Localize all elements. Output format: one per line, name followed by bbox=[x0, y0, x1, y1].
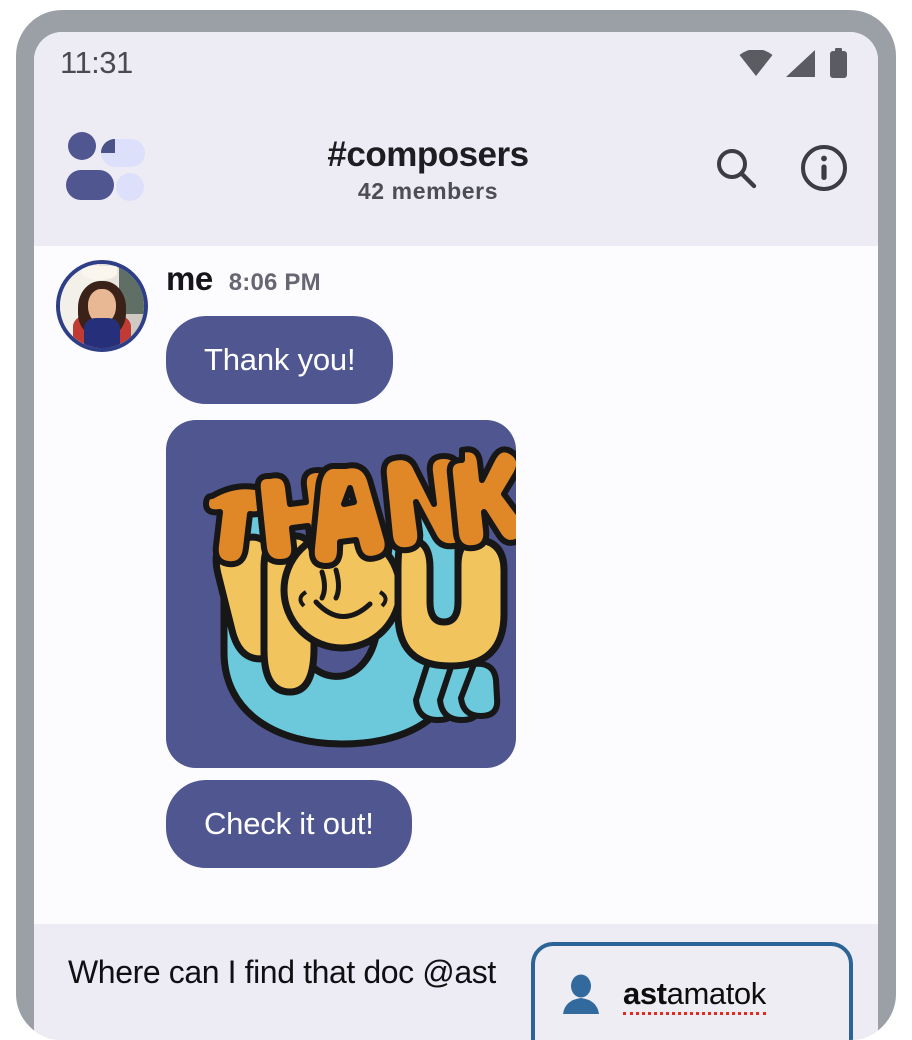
avatar[interactable] bbox=[56, 260, 148, 352]
cell-signal-icon bbox=[786, 49, 815, 77]
mention-autocomplete-dropdown[interactable]: astamatok astonv2022 asturias001 bbox=[531, 942, 853, 1040]
thank-you-sticker bbox=[203, 446, 516, 748]
status-bar-icons bbox=[739, 48, 848, 78]
status-bar-clock: 11:31 bbox=[60, 45, 133, 80]
mention-suggestion-item[interactable]: astamatok bbox=[535, 960, 849, 1028]
message-meta: me 8:06 PM bbox=[166, 260, 878, 304]
message-bubble-text[interactable]: Thank you! bbox=[166, 316, 394, 404]
message-bubble-text[interactable]: Check it out! bbox=[166, 780, 412, 868]
battery-icon bbox=[830, 48, 847, 78]
header-actions bbox=[714, 144, 848, 197]
message-body: me 8:06 PM Thank you! Check it out! bbox=[148, 260, 878, 868]
message-bubble-sticker[interactable] bbox=[166, 420, 516, 768]
message-list[interactable]: me 8:06 PM Thank you! Check it out! asta… bbox=[34, 246, 878, 1040]
info-icon bbox=[801, 144, 847, 191]
message-timestamp: 8:06 PM bbox=[228, 269, 321, 296]
channel-title: #composers bbox=[327, 134, 529, 174]
app-header: #composers 42 members bbox=[34, 94, 878, 246]
search-icon bbox=[717, 148, 757, 188]
member-count: 42 members bbox=[357, 178, 499, 205]
phone-screen: 11:31 #composers 42 members me 8:06 PM T… bbox=[34, 32, 878, 1040]
search-button[interactable] bbox=[714, 146, 758, 195]
wifi-icon bbox=[739, 50, 773, 76]
message-group: me 8:06 PM Thank you! Check it out! bbox=[34, 260, 878, 868]
info-button[interactable] bbox=[800, 144, 848, 197]
app-logo-icon[interactable] bbox=[60, 129, 152, 212]
phone-frame: 11:31 #composers 42 members me 8:06 PM T… bbox=[16, 10, 896, 1040]
mention-suggestion-label: astamatok bbox=[623, 976, 766, 1015]
mention-suggestion-item[interactable]: astonv2022 bbox=[535, 1028, 849, 1040]
sender-name: me bbox=[166, 260, 213, 297]
status-bar: 11:31 bbox=[34, 32, 878, 94]
person-icon bbox=[563, 974, 599, 1014]
header-title-block: #composers 42 members bbox=[142, 135, 714, 205]
